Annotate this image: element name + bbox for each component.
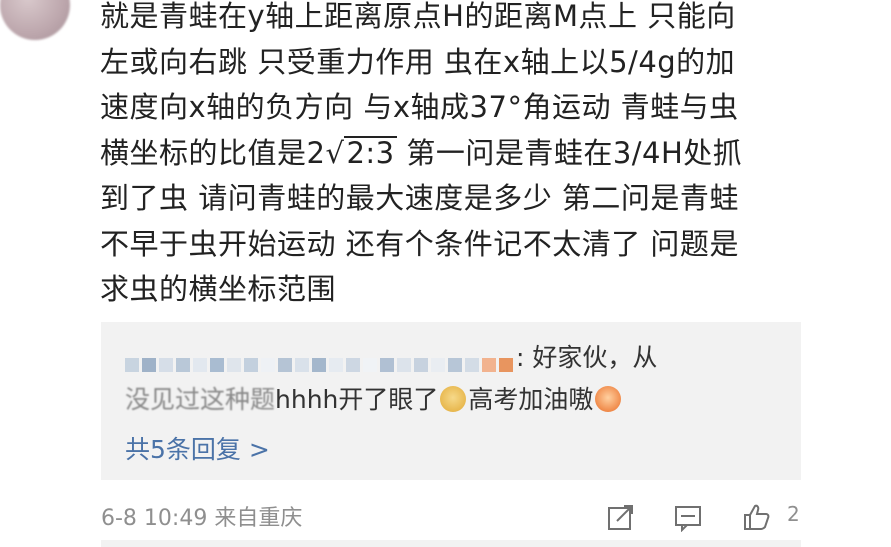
comment-icon[interactable]	[673, 502, 703, 536]
sqrt-expression: √2:3	[325, 131, 397, 177]
reply-text: hhhh开了眼了	[275, 385, 439, 414]
reply-line: 没见过这种题hhhh开了眼了 高考加油嗷	[125, 380, 623, 416]
comment-line: 到了虫 请问青蛙的最大速度是多少 第二问是青蛙	[100, 181, 739, 215]
reply-text: 高考加油嗷	[468, 385, 594, 414]
reply-line: : 好家伙，从	[125, 338, 657, 374]
more-replies-link[interactable]: 共5条回复 >	[125, 430, 270, 466]
redacted-username	[125, 349, 516, 372]
like-count: 2	[787, 502, 800, 526]
comment-line: 左或向右跳 只受重力作用 虫在x轴上以5/4g的加	[100, 44, 736, 79]
like-icon[interactable]	[741, 502, 773, 536]
ratio-suffix: 第一问是青蛙在3/4H处抓	[396, 135, 743, 170]
comment-line: 就是青蛙在y轴上距离原点H的距离M点上 只能向	[100, 0, 736, 33]
blurred-text: 没见过这种题	[125, 385, 276, 414]
doge-emoji-icon	[440, 386, 467, 412]
comment-footer: 6-8 10:49 来自重庆 2	[101, 500, 801, 534]
comment-card: 就是青蛙在y轴上距离原点H的距离M点上 只能向 左或向右跳 只受重力作用 虫在x…	[0, 0, 891, 547]
comment-line: 不早于虫开始运动 还有个条件记不太清了 问题是	[100, 226, 739, 261]
comment-line: 横坐标的比值是2√2:3 第一问是青蛙在3/4H处抓	[100, 131, 800, 177]
next-card-edge	[101, 540, 801, 547]
ratio-prefix: 横坐标的比值是2	[100, 135, 326, 170]
comment-body: 就是青蛙在y轴上距离原点H的距离M点上 只能向 左或向右跳 只受重力作用 虫在x…	[100, 0, 800, 313]
reply-preview-box[interactable]: : 好家伙，从 没见过这种题hhhh开了眼了 高考加油嗷 共5条回复 >	[101, 322, 801, 480]
timestamp: 6-8 10:49 来自重庆	[101, 506, 303, 531]
sqrt-symbol: √	[325, 135, 345, 170]
comment-line: 求虫的横坐标范围	[100, 272, 337, 306]
user-avatar[interactable]	[0, 0, 70, 40]
fighting-emoji-icon	[595, 386, 622, 412]
share-icon[interactable]	[606, 502, 636, 536]
reply-text: : 好家伙，从	[516, 343, 658, 372]
sqrt-radicand: 2:3	[344, 135, 397, 170]
comment-line: 速度向x轴的负方向 与x轴成37°角运动 青蛙与虫	[100, 90, 739, 124]
